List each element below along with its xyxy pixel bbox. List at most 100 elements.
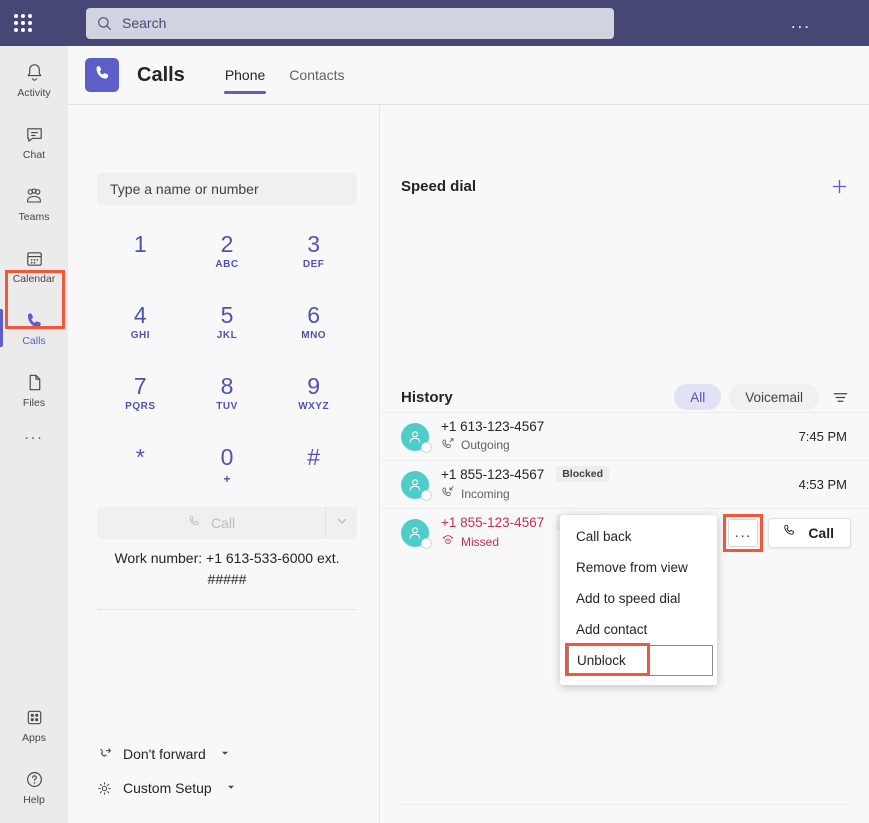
bottom-divider (401, 804, 849, 805)
sidebar-item-calls[interactable]: Calls (0, 300, 68, 356)
history-row-time: 7:45 PM (798, 429, 847, 444)
dialpad-key-4[interactable]: 4 GHI (97, 300, 184, 353)
sidebar-item-help[interactable]: Help (0, 759, 68, 815)
call-missed-icon (441, 532, 455, 551)
history-row-number: +1 855-123-4567 (441, 466, 545, 482)
dialpad-key-star[interactable]: * (97, 442, 184, 495)
menu-item-remove-from-view[interactable]: Remove from view (560, 552, 717, 583)
menu-item-add-contact[interactable]: Add contact (560, 614, 717, 645)
top-bar: Search ... (0, 0, 869, 46)
key-letters: ABC (215, 259, 239, 270)
sidebar-item-label: Apps (22, 731, 46, 744)
dialpad-key-0[interactable]: 0 + (184, 442, 271, 495)
key-digit: 0 (220, 444, 234, 470)
dialpad-key-hash[interactable]: # (270, 442, 357, 495)
sidebar-item-label: Activity (17, 86, 51, 99)
more-button-wrapper: ... (723, 513, 764, 552)
calls-app-badge (85, 58, 119, 92)
phone-icon (187, 513, 202, 533)
dialpad-key-3[interactable]: 3 DEF (270, 229, 357, 282)
menu-item-call-back[interactable]: Call back (560, 521, 717, 552)
dialpad-key-2[interactable]: 2 ABC (184, 229, 271, 282)
dial-input-placeholder: Type a name or number (110, 181, 259, 197)
menu-item-unblock[interactable]: Unblock (568, 645, 713, 676)
call-button[interactable]: Call (97, 507, 325, 539)
table-row[interactable]: +1 855-123-4567 Blocked Incoming 4:53 PM (381, 460, 869, 508)
gear-icon (92, 780, 116, 797)
sidebar-item-teams[interactable]: Teams (0, 176, 68, 232)
filter-icon[interactable] (832, 389, 849, 406)
page-title: Calls (137, 63, 185, 86)
dont-forward-button[interactable]: Don't forward (92, 737, 362, 771)
table-row[interactable]: +1 613-123-4567 Outgoing 7:45 PM (381, 412, 869, 460)
row-call-button[interactable]: Call (768, 517, 851, 548)
caret-down-icon (226, 779, 236, 797)
sidebar-item-activity[interactable]: Activity (0, 52, 68, 108)
sidebar-item-label: Calendar (12, 272, 56, 285)
key-letters: PQRS (125, 401, 156, 412)
sidebar-item-files[interactable]: Files (0, 362, 68, 418)
sidebar-bottom-group: Apps Help (0, 691, 68, 815)
dial-number-input[interactable]: Type a name or number (97, 173, 357, 205)
key-digit: 9 (307, 373, 321, 399)
sidebar-item-chat[interactable]: Chat (0, 114, 68, 170)
teams-icon (23, 186, 45, 208)
search-input[interactable]: Search (86, 7, 614, 39)
dialpad-key-5[interactable]: 5 JKL (184, 300, 271, 353)
dialpad-key-9[interactable]: 9 WXYZ (270, 371, 357, 424)
tab-phone[interactable]: Phone (213, 46, 277, 104)
key-digit: 4 (133, 302, 147, 328)
history-row-details: +1 613-123-4567 Outgoing (441, 419, 544, 455)
tab-contacts[interactable]: Contacts (277, 46, 356, 104)
presence-indicator (421, 489, 432, 501)
key-letters: MNO (301, 330, 327, 341)
dialpad-key-7[interactable]: 7 PQRS (97, 371, 184, 424)
plus-icon[interactable] (830, 177, 849, 196)
dialpad-key-6[interactable]: 6 MNO (270, 300, 357, 353)
calendar-icon (24, 248, 45, 270)
topbar-more-button[interactable]: ... (791, 0, 811, 46)
help-icon (24, 769, 45, 791)
call-outgoing-icon (441, 436, 455, 455)
app-launcher-button[interactable] (0, 0, 46, 46)
main-content: Calls Phone Contacts Type a name or numb… (68, 46, 869, 823)
filter-pill-all[interactable]: All (674, 384, 722, 410)
key-letters: DEF (302, 259, 325, 270)
history-row-direction: Incoming (461, 486, 510, 501)
chevron-down-icon (336, 514, 348, 532)
avatar (401, 422, 432, 453)
key-digit: 8 (220, 373, 234, 399)
search-icon (97, 16, 112, 31)
avatar (401, 470, 432, 501)
key-letters: TUV (216, 401, 238, 412)
dial-panel-divider (97, 609, 357, 610)
speed-dial-title: Speed dial (401, 177, 477, 195)
history-row-number-wrap: +1 613-123-4567 (441, 419, 544, 434)
menu-item-add-to-speed-dial[interactable]: Add to speed dial (560, 583, 717, 614)
key-digit: # (307, 444, 321, 470)
dialpad-key-1[interactable]: 1 (97, 229, 184, 282)
history-row-number: +1 855-123-4567 (441, 514, 545, 530)
sidebar-more-button[interactable]: ... (0, 418, 68, 452)
key-digit: * (135, 444, 145, 470)
right-panel: Speed dial History All Voicemail +1 613-… (381, 105, 869, 823)
sidebar-item-calendar[interactable]: Calendar (0, 238, 68, 294)
teams-calls-window: Search ... Activity Chat Teams Calendar … (0, 0, 869, 823)
key-digit: 5 (220, 302, 234, 328)
custom-setup-label: Custom Setup (123, 780, 212, 796)
call-button-row: Call (97, 507, 357, 539)
custom-setup-button[interactable]: Custom Setup (92, 771, 362, 805)
presence-indicator (421, 441, 432, 453)
call-options-dropdown[interactable] (325, 507, 357, 539)
bell-icon (24, 62, 45, 84)
history-title: History (401, 388, 453, 406)
history-row-actions: ... Call (723, 513, 851, 552)
filter-pill-voicemail[interactable]: Voicemail (729, 384, 819, 410)
sidebar-item-apps[interactable]: Apps (0, 697, 68, 753)
phone-icon (782, 522, 798, 543)
row-context-menu: Call back Remove from view Add to speed … (560, 515, 717, 685)
key-digit: 7 (133, 373, 147, 399)
speed-dial-header: Speed dial (381, 165, 869, 207)
row-more-button[interactable]: ... (728, 518, 759, 547)
dialpad-key-8[interactable]: 8 TUV (184, 371, 271, 424)
